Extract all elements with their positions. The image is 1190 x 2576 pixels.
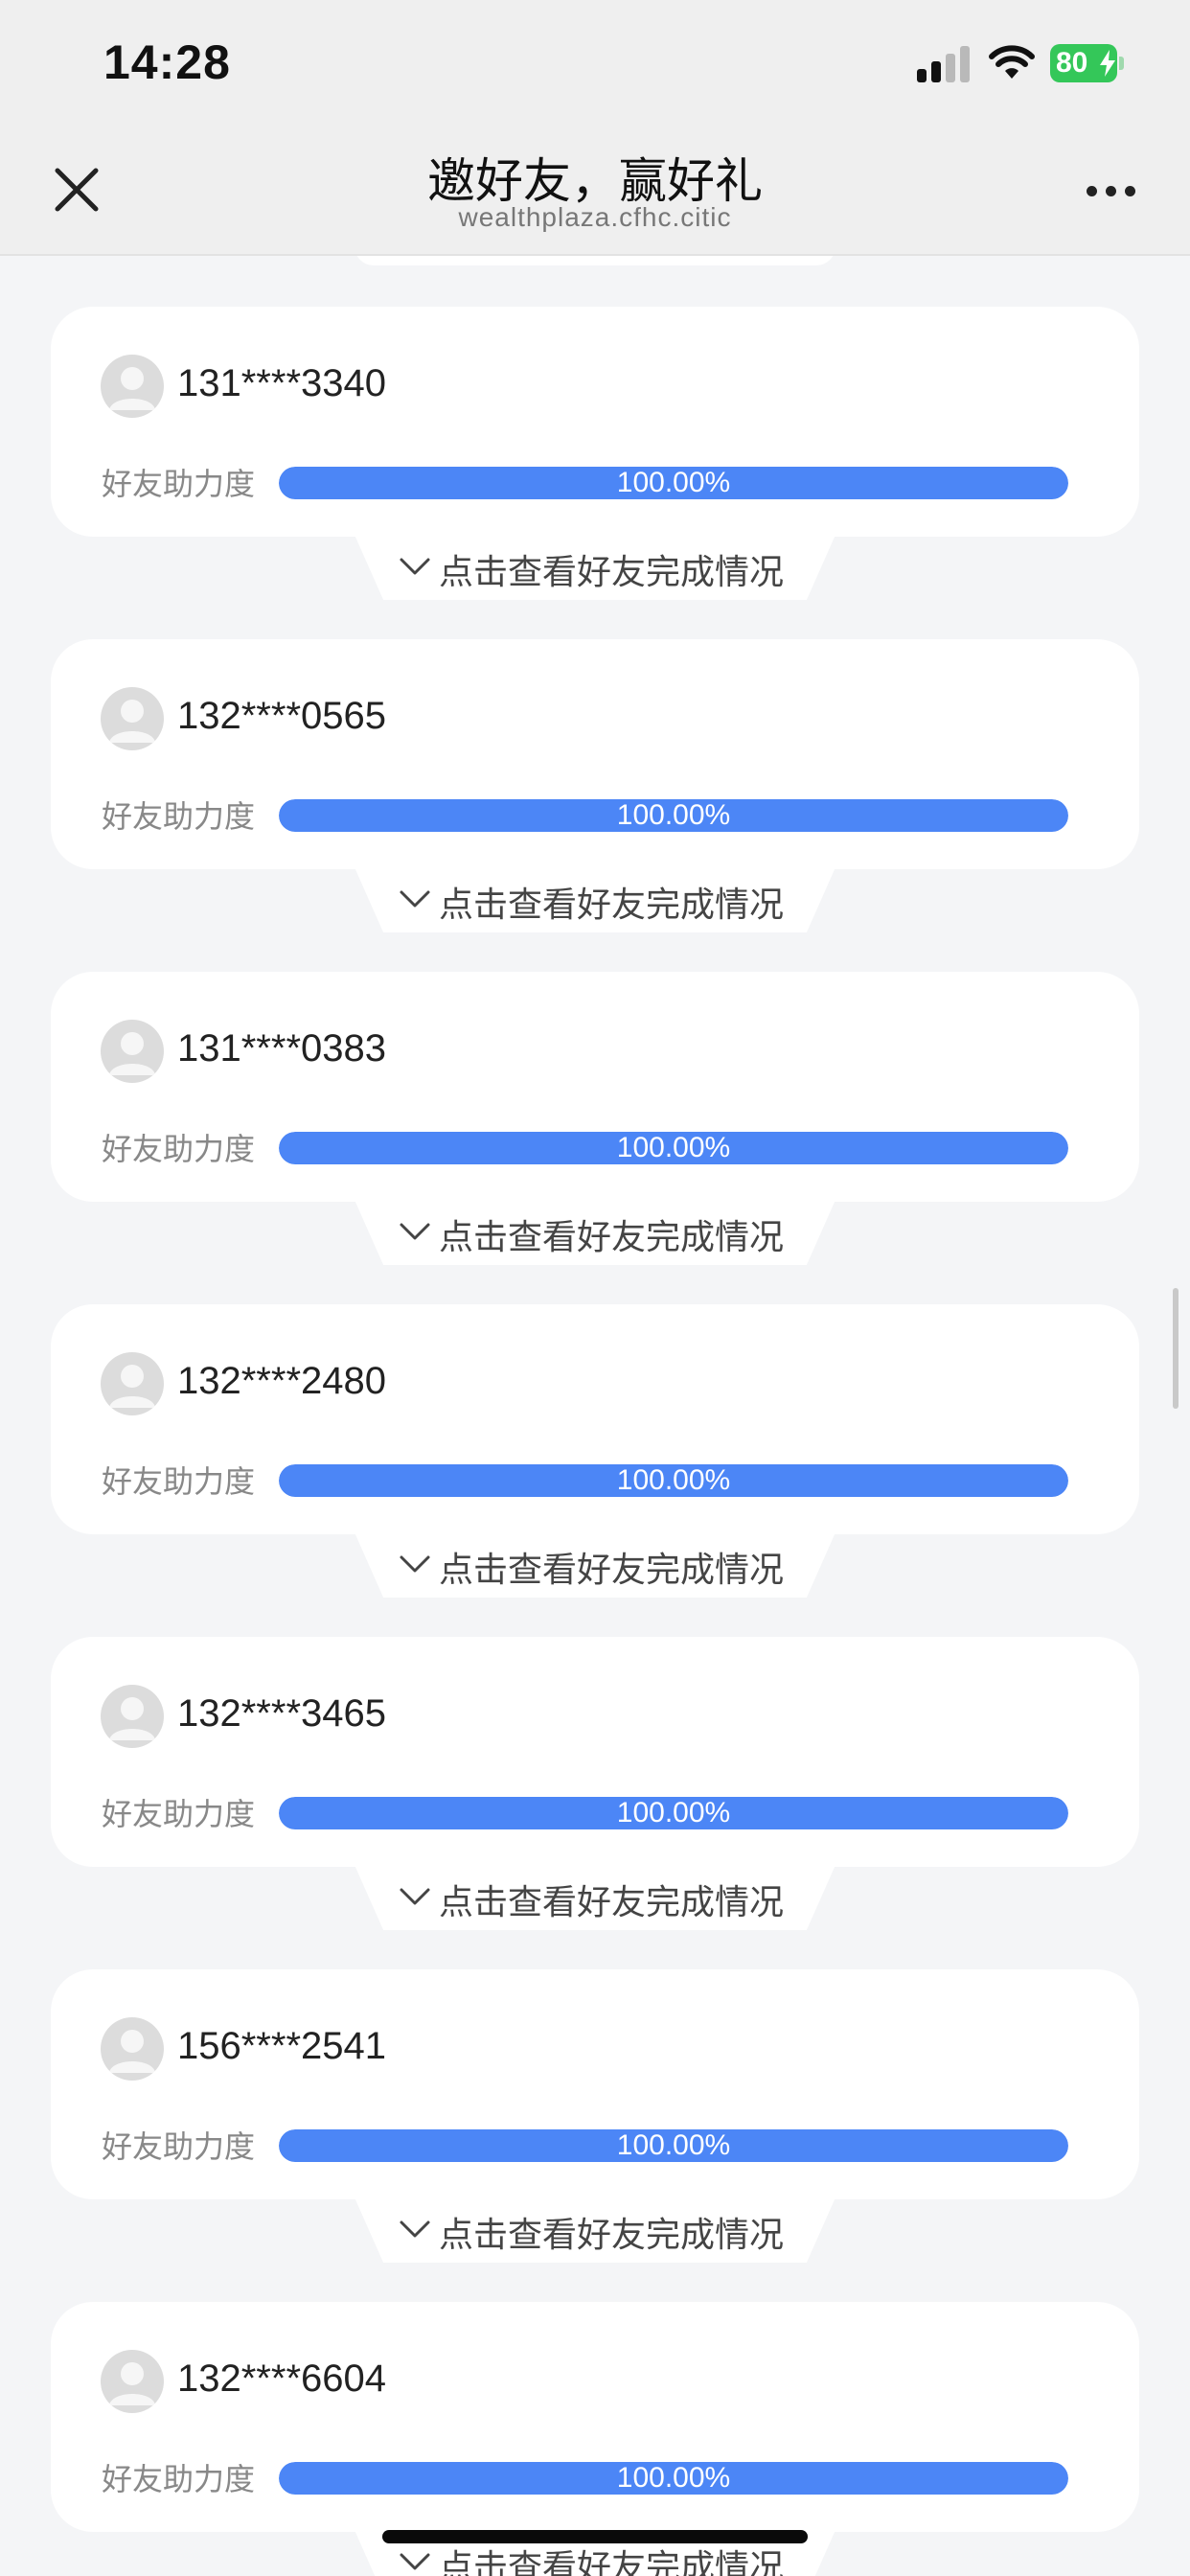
avatar	[101, 1685, 164, 1748]
invite-item: 132****3465 好友助力度 100.00% 点击查看好友完成情况	[0, 1637, 1190, 1953]
view-details-label: 点击查看好友完成情况	[439, 2216, 785, 2255]
user-avatar-icon	[109, 2030, 155, 2073]
charging-bolt-icon	[1100, 50, 1115, 77]
friend-phone: 132****0565	[177, 695, 386, 737]
avatar	[101, 355, 164, 418]
progress-value: 100.00%	[616, 799, 731, 831]
friend-phone: 132****3465	[177, 1692, 386, 1735]
user-avatar-icon	[109, 367, 155, 410]
user-avatar-icon	[109, 1032, 155, 1075]
invite-item: 132****0565 好友助力度 100.00% 点击查看好友完成情况	[0, 639, 1190, 955]
invite-item: 131****0383 好友助力度 100.00% 点击查看好友完成情况	[0, 972, 1190, 1288]
chevron-down-icon	[400, 558, 430, 575]
progress-label: 好友助力度	[102, 466, 256, 502]
chevron-down-icon	[400, 1223, 430, 1240]
invite-card: 156****2541 好友助力度 100.00%	[51, 1969, 1139, 2199]
invite-card: 131****0383 好友助力度 100.00%	[51, 972, 1139, 1202]
invite-item: 131****3340 好友助力度 100.00% 点击查看好友完成情况	[0, 307, 1190, 623]
progress-value: 100.00%	[616, 2462, 731, 2494]
progress-label: 好友助力度	[102, 2461, 256, 2497]
progress-bar: 100.00%	[279, 467, 1068, 499]
invite-card: 132****0565 好友助力度 100.00%	[51, 639, 1139, 869]
user-avatar-icon	[109, 1697, 155, 1740]
view-details-label: 点击查看好友完成情况	[439, 2548, 785, 2576]
view-details-button[interactable]: 点击查看好友完成情况	[355, 867, 835, 932]
view-details-label: 点击查看好友完成情况	[439, 1551, 785, 1590]
invite-card: 131****3340 好友助力度 100.00%	[51, 307, 1139, 537]
user-avatar-icon	[109, 2362, 155, 2405]
view-details-label: 点击查看好友完成情况	[439, 1883, 785, 1922]
previous-item-tab	[355, 256, 835, 265]
scroll-indicator[interactable]	[1173, 1288, 1179, 1409]
friend-phone: 156****2541	[177, 2025, 386, 2067]
chevron-down-icon	[400, 1555, 430, 1573]
progress-value: 100.00%	[616, 1132, 731, 1163]
view-details-button[interactable]: 点击查看好友完成情况	[355, 1532, 835, 1598]
friend-phone: 131****0383	[177, 1027, 386, 1070]
view-details-button[interactable]: 点击查看好友完成情况	[355, 1200, 835, 1265]
battery-icon: 80	[1050, 44, 1124, 82]
chevron-down-icon	[400, 1888, 430, 1905]
nav-bar: 邀好友，赢好礼 wealthplaza.cfhc.citic	[0, 129, 1190, 256]
progress-value: 100.00%	[616, 467, 731, 498]
view-details-label: 点击查看好友完成情况	[439, 886, 785, 925]
page-domain: wealthplaza.cfhc.citic	[458, 202, 732, 232]
chevron-down-icon	[400, 2553, 430, 2570]
progress-bar: 100.00%	[279, 2462, 1068, 2495]
invite-card: 132****2480 好友助力度 100.00%	[51, 1304, 1139, 1534]
invite-item: 132****2480 好友助力度 100.00% 点击查看好友完成情况	[0, 1304, 1190, 1621]
more-icon[interactable]	[1085, 182, 1138, 201]
avatar	[101, 2350, 164, 2413]
avatar	[101, 687, 164, 750]
view-details-button[interactable]: 点击查看好友完成情况	[355, 2197, 835, 2263]
progress-bar: 100.00%	[279, 1464, 1068, 1497]
status-time: 14:28	[103, 35, 231, 89]
progress-bar: 100.00%	[279, 2129, 1068, 2162]
progress-label: 好友助力度	[102, 1796, 256, 1832]
progress-bar: 100.00%	[279, 1132, 1068, 1164]
home-indicator[interactable]	[382, 2530, 808, 2543]
view-details-label: 点击查看好友完成情况	[439, 553, 785, 592]
invite-item: 156****2541 好友助力度 100.00% 点击查看好友完成情况	[0, 1969, 1190, 2286]
user-avatar-icon	[109, 700, 155, 743]
invite-card: 132****3465 好友助力度 100.00%	[51, 1637, 1139, 1867]
friend-phone: 132****2480	[177, 1360, 386, 1402]
avatar	[101, 1020, 164, 1083]
progress-bar: 100.00%	[279, 799, 1068, 832]
view-details-button[interactable]: 点击查看好友完成情况	[355, 535, 835, 600]
avatar	[101, 2017, 164, 2081]
friend-phone: 132****6604	[177, 2358, 386, 2400]
progress-bar: 100.00%	[279, 1797, 1068, 1829]
progress-label: 好友助力度	[102, 2128, 256, 2165]
view-details-label: 点击查看好友完成情况	[439, 1218, 785, 1257]
progress-label: 好友助力度	[102, 798, 256, 835]
progress-value: 100.00%	[616, 1464, 731, 1496]
signal-icon	[917, 44, 971, 82]
chevron-down-icon	[400, 890, 430, 908]
progress-label: 好友助力度	[102, 1131, 256, 1167]
chevron-down-icon	[400, 2220, 430, 2238]
avatar	[101, 1352, 164, 1415]
progress-value: 100.00%	[616, 1797, 731, 1828]
status-bar: 14:28 80	[0, 0, 1190, 129]
invite-card: 132****6604 好友助力度 100.00%	[51, 2302, 1139, 2532]
wifi-icon	[989, 45, 1035, 79]
progress-value: 100.00%	[616, 2129, 731, 2161]
invite-content[interactable]: 131****3340 好友助力度 100.00% 点击查看好友完成情况 132…	[0, 256, 1190, 2576]
view-details-button[interactable]: 点击查看好友完成情况	[355, 1865, 835, 1930]
progress-label: 好友助力度	[102, 1463, 256, 1500]
user-avatar-icon	[109, 1365, 155, 1408]
friend-phone: 131****3340	[177, 362, 386, 404]
